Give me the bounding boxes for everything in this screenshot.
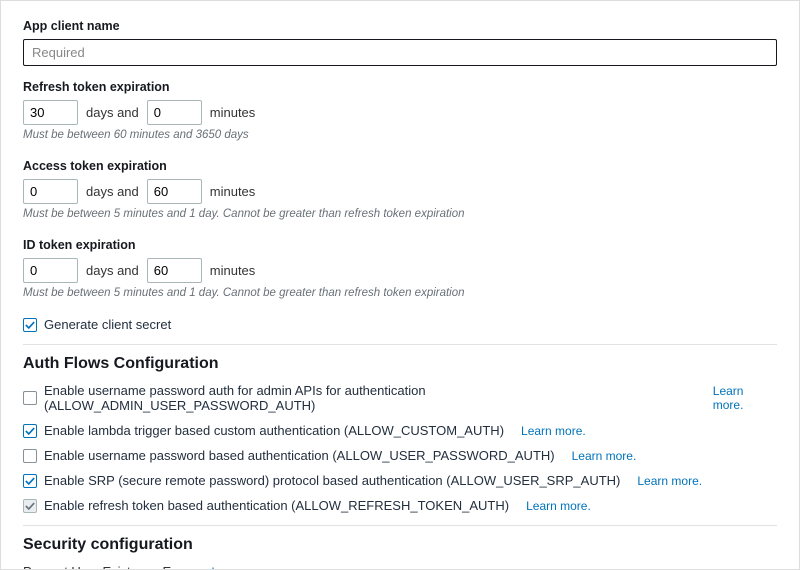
auth-flow-row-3[interactable]: Enable SRP (secure remote password) prot… (23, 473, 777, 488)
access-token-label: Access token expiration (23, 159, 777, 173)
auth-flow-learn-more-link-3[interactable]: Learn more. (637, 474, 702, 488)
auth-flow-learn-more-link-0[interactable]: Learn more. (713, 384, 777, 412)
auth-flow-learn-more-link-2[interactable]: Learn more. (572, 449, 637, 463)
auth-flow-learn-more-link-1[interactable]: Learn more. (521, 424, 586, 438)
auth-flows-list: Enable username password auth for admin … (23, 383, 777, 513)
auth-flow-checkbox-1[interactable] (23, 424, 37, 438)
id-token-days-input[interactable] (23, 258, 78, 283)
auth-flow-label-4: Enable refresh token based authenticatio… (44, 498, 509, 513)
refresh-token-section: Refresh token expiration days and minute… (23, 80, 777, 141)
id-token-hint: Must be between 5 minutes and 1 day. Can… (23, 287, 777, 299)
auth-flow-row-2[interactable]: Enable username password based authentic… (23, 448, 777, 463)
auth-flow-label-2: Enable username password based authentic… (44, 448, 555, 463)
generate-secret-checkbox[interactable] (23, 318, 37, 332)
access-token-days-input[interactable] (23, 179, 78, 204)
id-token-minutes-label: minutes (210, 263, 256, 278)
access-token-row: days and minutes (23, 179, 777, 204)
check-icon (25, 501, 35, 511)
refresh-token-row: days and minutes (23, 100, 777, 125)
auth-flow-row-1[interactable]: Enable lambda trigger based custom authe… (23, 423, 777, 438)
check-icon (25, 426, 35, 436)
auth-flow-learn-more-link-4[interactable]: Learn more. (526, 499, 591, 513)
access-token-minutes-label: minutes (210, 184, 256, 199)
refresh-token-label: Refresh token expiration (23, 80, 777, 94)
id-token-days-label: days and (86, 263, 139, 278)
prevent-errors-learn-more-link[interactable]: Learn more. (211, 565, 276, 570)
divider-1 (23, 344, 777, 345)
app-client-name-section: App client name (23, 19, 777, 66)
divider-2 (23, 525, 777, 526)
generate-secret-row[interactable]: Generate client secret (23, 317, 777, 332)
auth-flow-checkbox-0[interactable] (23, 391, 37, 405)
app-client-name-label: App client name (23, 19, 777, 33)
auth-flow-checkbox-2[interactable] (23, 449, 37, 463)
refresh-token-days-label: days and (86, 105, 139, 120)
auth-flow-checkbox-4 (23, 499, 37, 513)
refresh-token-days-input[interactable] (23, 100, 78, 125)
prevent-errors-row: Prevent User Existence Errors Learn more… (23, 564, 777, 570)
refresh-token-minutes-label: minutes (210, 105, 256, 120)
refresh-token-hint: Must be between 60 minutes and 3650 days (23, 129, 777, 141)
access-token-minutes-input[interactable] (147, 179, 202, 204)
check-icon (25, 320, 35, 330)
auth-flow-checkbox-3[interactable] (23, 474, 37, 488)
id-token-row: days and minutes (23, 258, 777, 283)
access-token-hint: Must be between 5 minutes and 1 day. Can… (23, 208, 777, 220)
auth-flow-label-3: Enable SRP (secure remote password) prot… (44, 473, 620, 488)
id-token-label: ID token expiration (23, 238, 777, 252)
prevent-errors-label: Prevent User Existence Errors (23, 564, 198, 570)
auth-flow-row-4: Enable refresh token based authenticatio… (23, 498, 777, 513)
app-client-name-input[interactable] (23, 39, 777, 66)
app-client-panel: App client name Refresh token expiration… (0, 0, 800, 570)
auth-flow-label-1: Enable lambda trigger based custom authe… (44, 423, 504, 438)
security-heading: Security configuration (23, 536, 777, 554)
id-token-minutes-input[interactable] (147, 258, 202, 283)
auth-flows-heading: Auth Flows Configuration (23, 355, 777, 373)
generate-secret-label: Generate client secret (44, 317, 171, 332)
auth-flow-label-0: Enable username password auth for admin … (44, 383, 696, 413)
id-token-section: ID token expiration days and minutes Mus… (23, 238, 777, 299)
refresh-token-minutes-input[interactable] (147, 100, 202, 125)
access-token-days-label: days and (86, 184, 139, 199)
check-icon (25, 476, 35, 486)
access-token-section: Access token expiration days and minutes… (23, 159, 777, 220)
auth-flow-row-0[interactable]: Enable username password auth for admin … (23, 383, 777, 413)
